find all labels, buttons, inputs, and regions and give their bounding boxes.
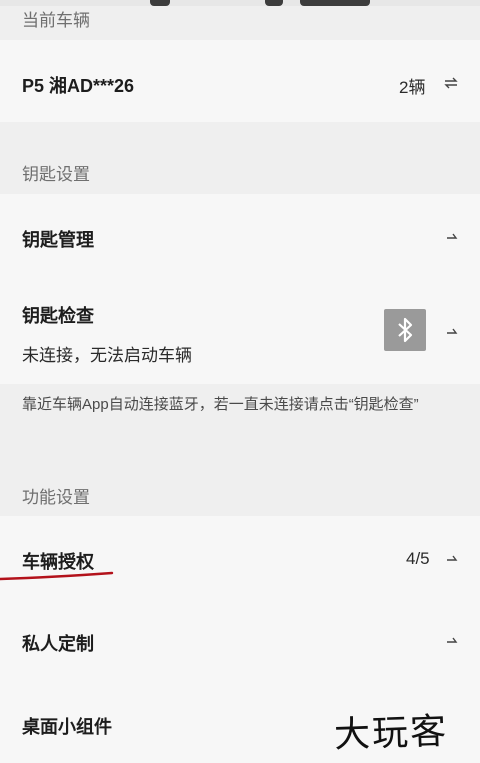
vehicle-plate-label: P5 湘AD***26	[22, 76, 135, 96]
red-annotation-underline	[0, 571, 114, 581]
key-check-status: 未连接，无法启动车辆	[22, 346, 192, 365]
cropped-glyph	[265, 0, 283, 6]
bluetooth-badge[interactable]	[384, 309, 426, 351]
chevron-right-icon	[447, 328, 458, 334]
key-management-row[interactable]: 钥匙管理	[0, 194, 480, 278]
personal-customization-row[interactable]: 私人定制	[0, 598, 480, 680]
chevron-right-icon	[447, 233, 458, 239]
vehicle-count: 2辆	[399, 78, 426, 97]
section-title-current-vehicle: 当前车辆	[22, 11, 90, 30]
watermark-logo: 大玩客	[333, 711, 449, 756]
key-check-row[interactable]: 钥匙检查 未连接，无法启动车辆	[0, 278, 480, 384]
key-check-label: 钥匙检查	[22, 306, 94, 326]
vehicle-authorization-count: 4/5	[406, 549, 430, 568]
bluetooth-icon	[398, 317, 413, 343]
chevron-right-icon	[447, 555, 458, 561]
cropped-glyph	[300, 0, 370, 6]
key-management-label: 钥匙管理	[22, 230, 94, 250]
section-title-function-settings: 功能设置	[22, 488, 90, 507]
section-title-key-settings: 钥匙设置	[22, 165, 90, 184]
personal-customization-label: 私人定制	[22, 634, 94, 654]
desktop-widget-label: 桌面小组件	[22, 717, 112, 737]
current-vehicle-row[interactable]: P5 湘AD***26 2辆	[0, 40, 480, 122]
cropped-glyph	[150, 0, 170, 6]
chevron-right-icon	[447, 637, 458, 643]
swap-arrows-icon[interactable]	[444, 77, 458, 89]
key-check-hint: 靠近车辆App自动连接蓝牙，若一直未连接请点击“钥匙检查”	[22, 396, 419, 413]
